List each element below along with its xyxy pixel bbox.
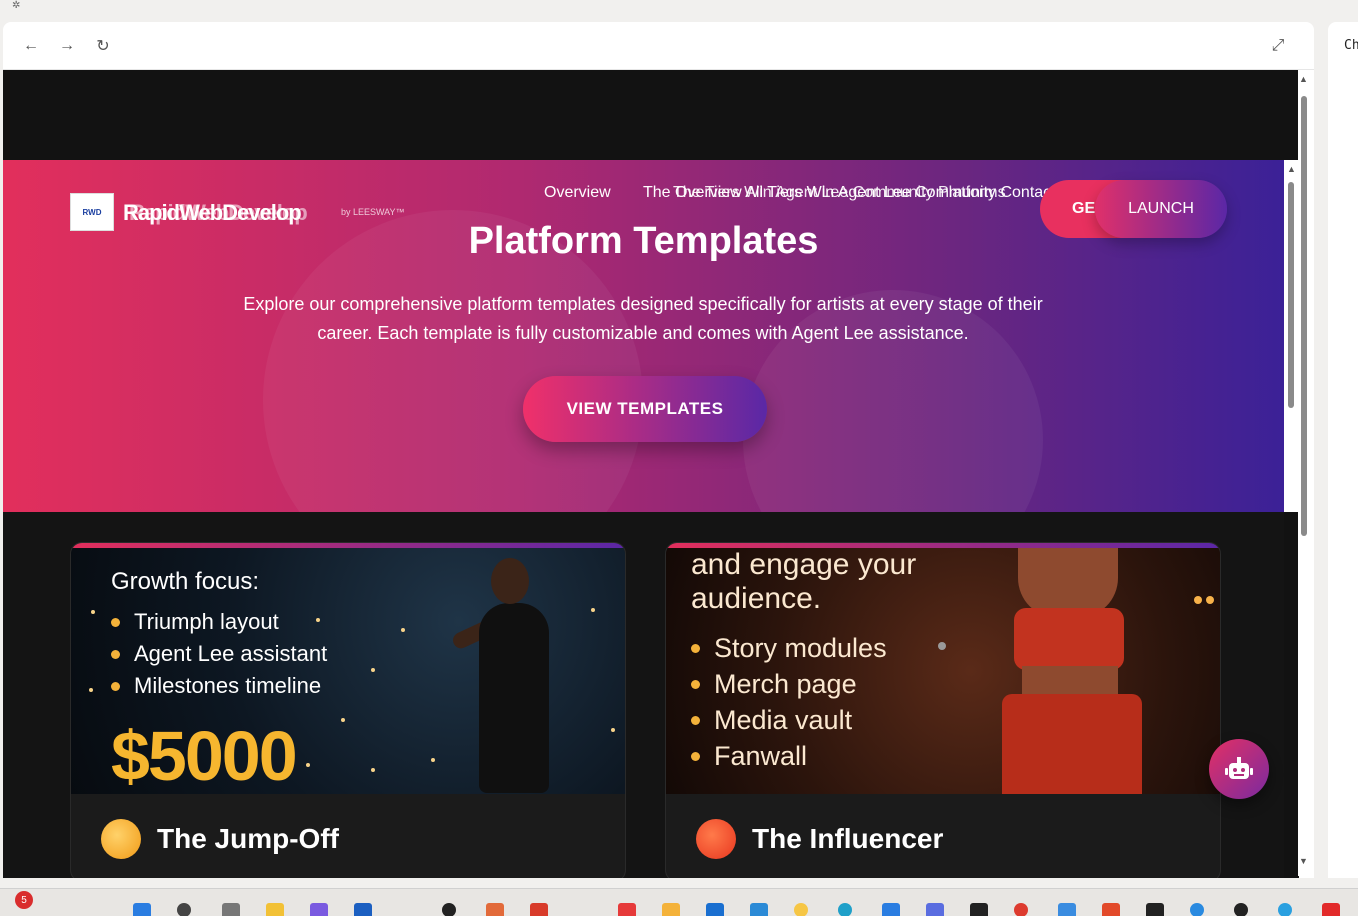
bullet-dot-icon <box>111 617 120 627</box>
app-icon: ✲ <box>12 0 21 11</box>
app-icon[interactable] <box>1102 903 1120 916</box>
card-feature-list: Story modules Merch page Media vault Fan… <box>691 630 887 774</box>
page-viewport: RWD RapidWebDevelop RapidWebDevelop by L… <box>3 70 1299 878</box>
app-icon[interactable] <box>926 903 944 916</box>
os-top-bar: ✲ <box>0 0 1358 22</box>
start-icon[interactable] <box>133 903 151 916</box>
robot-glyph <box>1225 757 1253 779</box>
card-footer: The Jump-Off <box>71 794 625 878</box>
hero-section: RWD RapidWebDevelop RapidWebDevelop by L… <box>3 160 1284 512</box>
template-card-influencer[interactable]: and engage your audience. Story modules … <box>665 542 1221 878</box>
app-icon[interactable] <box>1146 903 1164 916</box>
forward-icon[interactable]: → <box>53 32 81 60</box>
list-item: Triumph layout <box>111 606 327 638</box>
emoji-icon[interactable] <box>794 903 808 916</box>
template-card-jump-off[interactable]: Growth focus: Triumph layout Agent Lee a… <box>70 542 626 878</box>
bullet-dot-icon <box>691 679 700 689</box>
scroll-up-icon[interactable]: ▲ <box>1287 164 1296 174</box>
bullet-dot-icon <box>691 715 700 725</box>
search-icon[interactable] <box>177 903 191 916</box>
chrome-icon[interactable] <box>1014 903 1028 916</box>
bullet-dot-icon <box>691 643 700 653</box>
card-title: The Jump-Off <box>157 823 339 854</box>
scroll-down-icon[interactable]: ▼ <box>1299 856 1308 866</box>
github-icon[interactable] <box>970 903 988 916</box>
bullet-dot-icon <box>111 649 120 659</box>
singer-silhouette <box>450 553 571 793</box>
reload-icon[interactable]: ↻ <box>89 32 117 60</box>
app-icon[interactable] <box>662 903 680 916</box>
office-icon[interactable] <box>530 903 548 916</box>
notepad-icon[interactable] <box>1058 903 1076 916</box>
card-title: The Influencer <box>752 823 944 854</box>
card-feature-list: Triumph layout Agent Lee assistant Miles… <box>111 606 327 702</box>
robot-icon[interactable] <box>1209 739 1269 799</box>
templates-cards-section: Growth focus: Triumph layout Agent Lee a… <box>3 512 1284 878</box>
card-image-performer: and engage your audience. Story modules … <box>666 548 1220 794</box>
inner-scrollbar-thumb[interactable] <box>1288 182 1294 408</box>
notification-badge[interactable]: 5 <box>15 891 33 909</box>
app-icon[interactable] <box>1190 903 1204 916</box>
scroll-up-icon[interactable]: ▲ <box>1299 74 1308 84</box>
side-panel: Ch <box>1328 22 1358 878</box>
logo-by-line: by LEESWAY™ <box>341 207 405 217</box>
app-icon[interactable] <box>750 903 768 916</box>
bullet-dot-icon <box>691 751 700 761</box>
app-icon[interactable] <box>1234 903 1248 916</box>
list-item: Agent Lee assistant <box>111 638 327 670</box>
youtube-icon[interactable] <box>1322 903 1340 916</box>
nav-links-overlapping[interactable]: The Overview All Tiers Win Agent Lee Com… <box>643 184 1056 202</box>
tier-badge-icon <box>101 819 141 859</box>
vscode-icon[interactable] <box>882 903 900 916</box>
expand-icon[interactable]: ⤢ <box>1264 32 1292 60</box>
card-footer: The Influencer <box>666 794 1220 878</box>
copilot-icon[interactable] <box>310 903 328 916</box>
chatgpt-icon[interactable] <box>442 903 456 916</box>
back-icon[interactable]: ← <box>17 32 45 60</box>
card-image-concert: Growth focus: Triumph layout Agent Lee a… <box>71 548 625 794</box>
taskbar: 5 <box>0 888 1358 916</box>
list-item: Media vault <box>691 702 887 738</box>
file-explorer-icon[interactable] <box>266 903 284 916</box>
card-price: $5000 <box>111 717 298 794</box>
outlook-icon[interactable] <box>706 903 724 916</box>
bullet-dot-icon <box>111 681 120 691</box>
card-growth-heading: Growth focus: <box>111 568 260 595</box>
page-scrollbar-thumb[interactable] <box>1301 96 1307 536</box>
side-panel-label: Ch <box>1344 38 1358 53</box>
list-item: Fanwall <box>691 738 887 774</box>
inner-scrollbar[interactable]: ▲ <box>1284 160 1298 512</box>
app-icon[interactable] <box>1278 903 1292 916</box>
edge-icon[interactable] <box>838 903 852 916</box>
list-item: Milestones timeline <box>111 670 327 702</box>
browser-window: ← → ↻ ⤢ RWD RapidWebDevelop RapidWebDeve… <box>3 22 1314 878</box>
page-scrollbar[interactable]: ▲ ▼ <box>1298 70 1310 876</box>
nav-overview-link[interactable]: Overview <box>544 184 611 202</box>
hero-title: Platform Templates <box>468 220 819 262</box>
task-view-icon[interactable] <box>222 903 240 916</box>
list-item: Story modules <box>691 630 887 666</box>
app-icon[interactable] <box>486 903 504 916</box>
view-templates-button[interactable]: VIEW TEMPLATES <box>523 376 767 442</box>
nav-layer-2[interactable]: The Tiers Win Agent Lee Community Platfo… <box>673 184 1006 202</box>
list-item: Merch page <box>691 666 887 702</box>
store-icon[interactable] <box>354 903 372 916</box>
tier-badge-icon <box>696 819 736 859</box>
top-black-band <box>3 70 1299 160</box>
browser-toolbar: ← → ↻ ⤢ <box>3 22 1314 70</box>
card-engage-heading: and engage your audience. <box>691 548 917 615</box>
app-icon[interactable] <box>618 903 636 916</box>
hero-description: Explore our comprehensive platform templ… <box>243 294 1043 343</box>
